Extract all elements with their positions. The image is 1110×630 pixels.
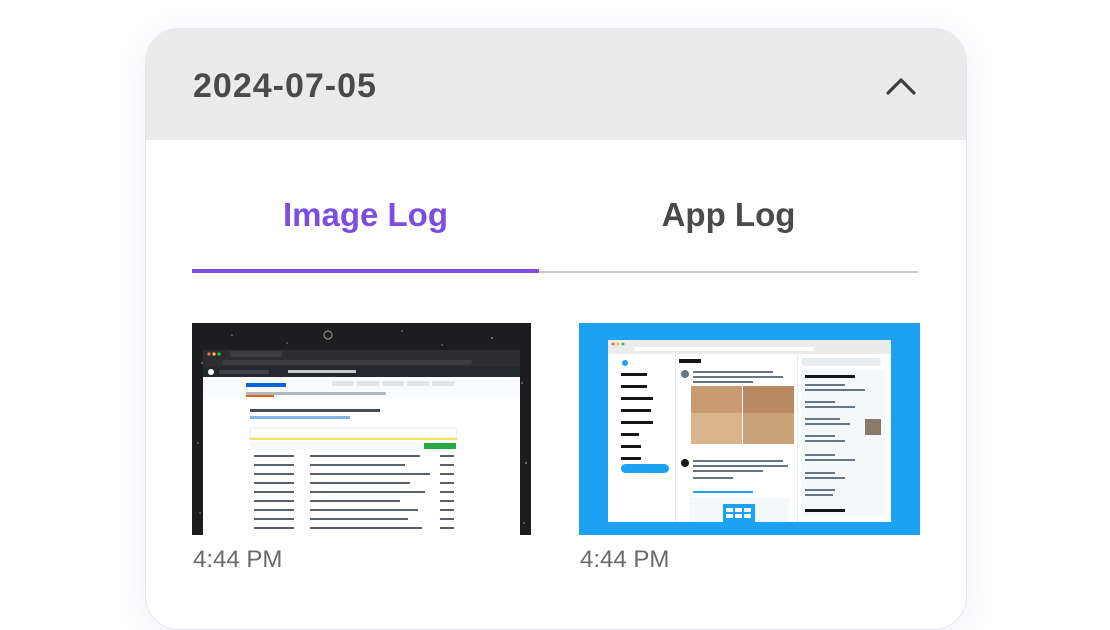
- log-card: 2024-07-05 Image Log App Log 4:44 PM 4:4…: [145, 28, 967, 630]
- log-tabs: Image Log App Log: [192, 189, 918, 273]
- tab-app-log[interactable]: App Log: [539, 189, 918, 259]
- image-thumbnail-twitter[interactable]: [579, 323, 920, 535]
- entry-time: 4:44 PM: [193, 546, 283, 573]
- collapse-button[interactable]: [876, 63, 926, 109]
- github-screenshot-image: [192, 323, 531, 535]
- active-tab-indicator: [192, 269, 539, 273]
- chevron-up-icon: [886, 78, 916, 95]
- date-header: 2024-07-05: [146, 29, 966, 140]
- date-label: 2024-07-05: [193, 67, 377, 105]
- tab-image-log[interactable]: Image Log: [192, 189, 539, 259]
- image-thumbnail-github[interactable]: [192, 323, 531, 535]
- twitter-screenshot-image: [579, 323, 920, 535]
- entry-time: 4:44 PM: [580, 546, 670, 573]
